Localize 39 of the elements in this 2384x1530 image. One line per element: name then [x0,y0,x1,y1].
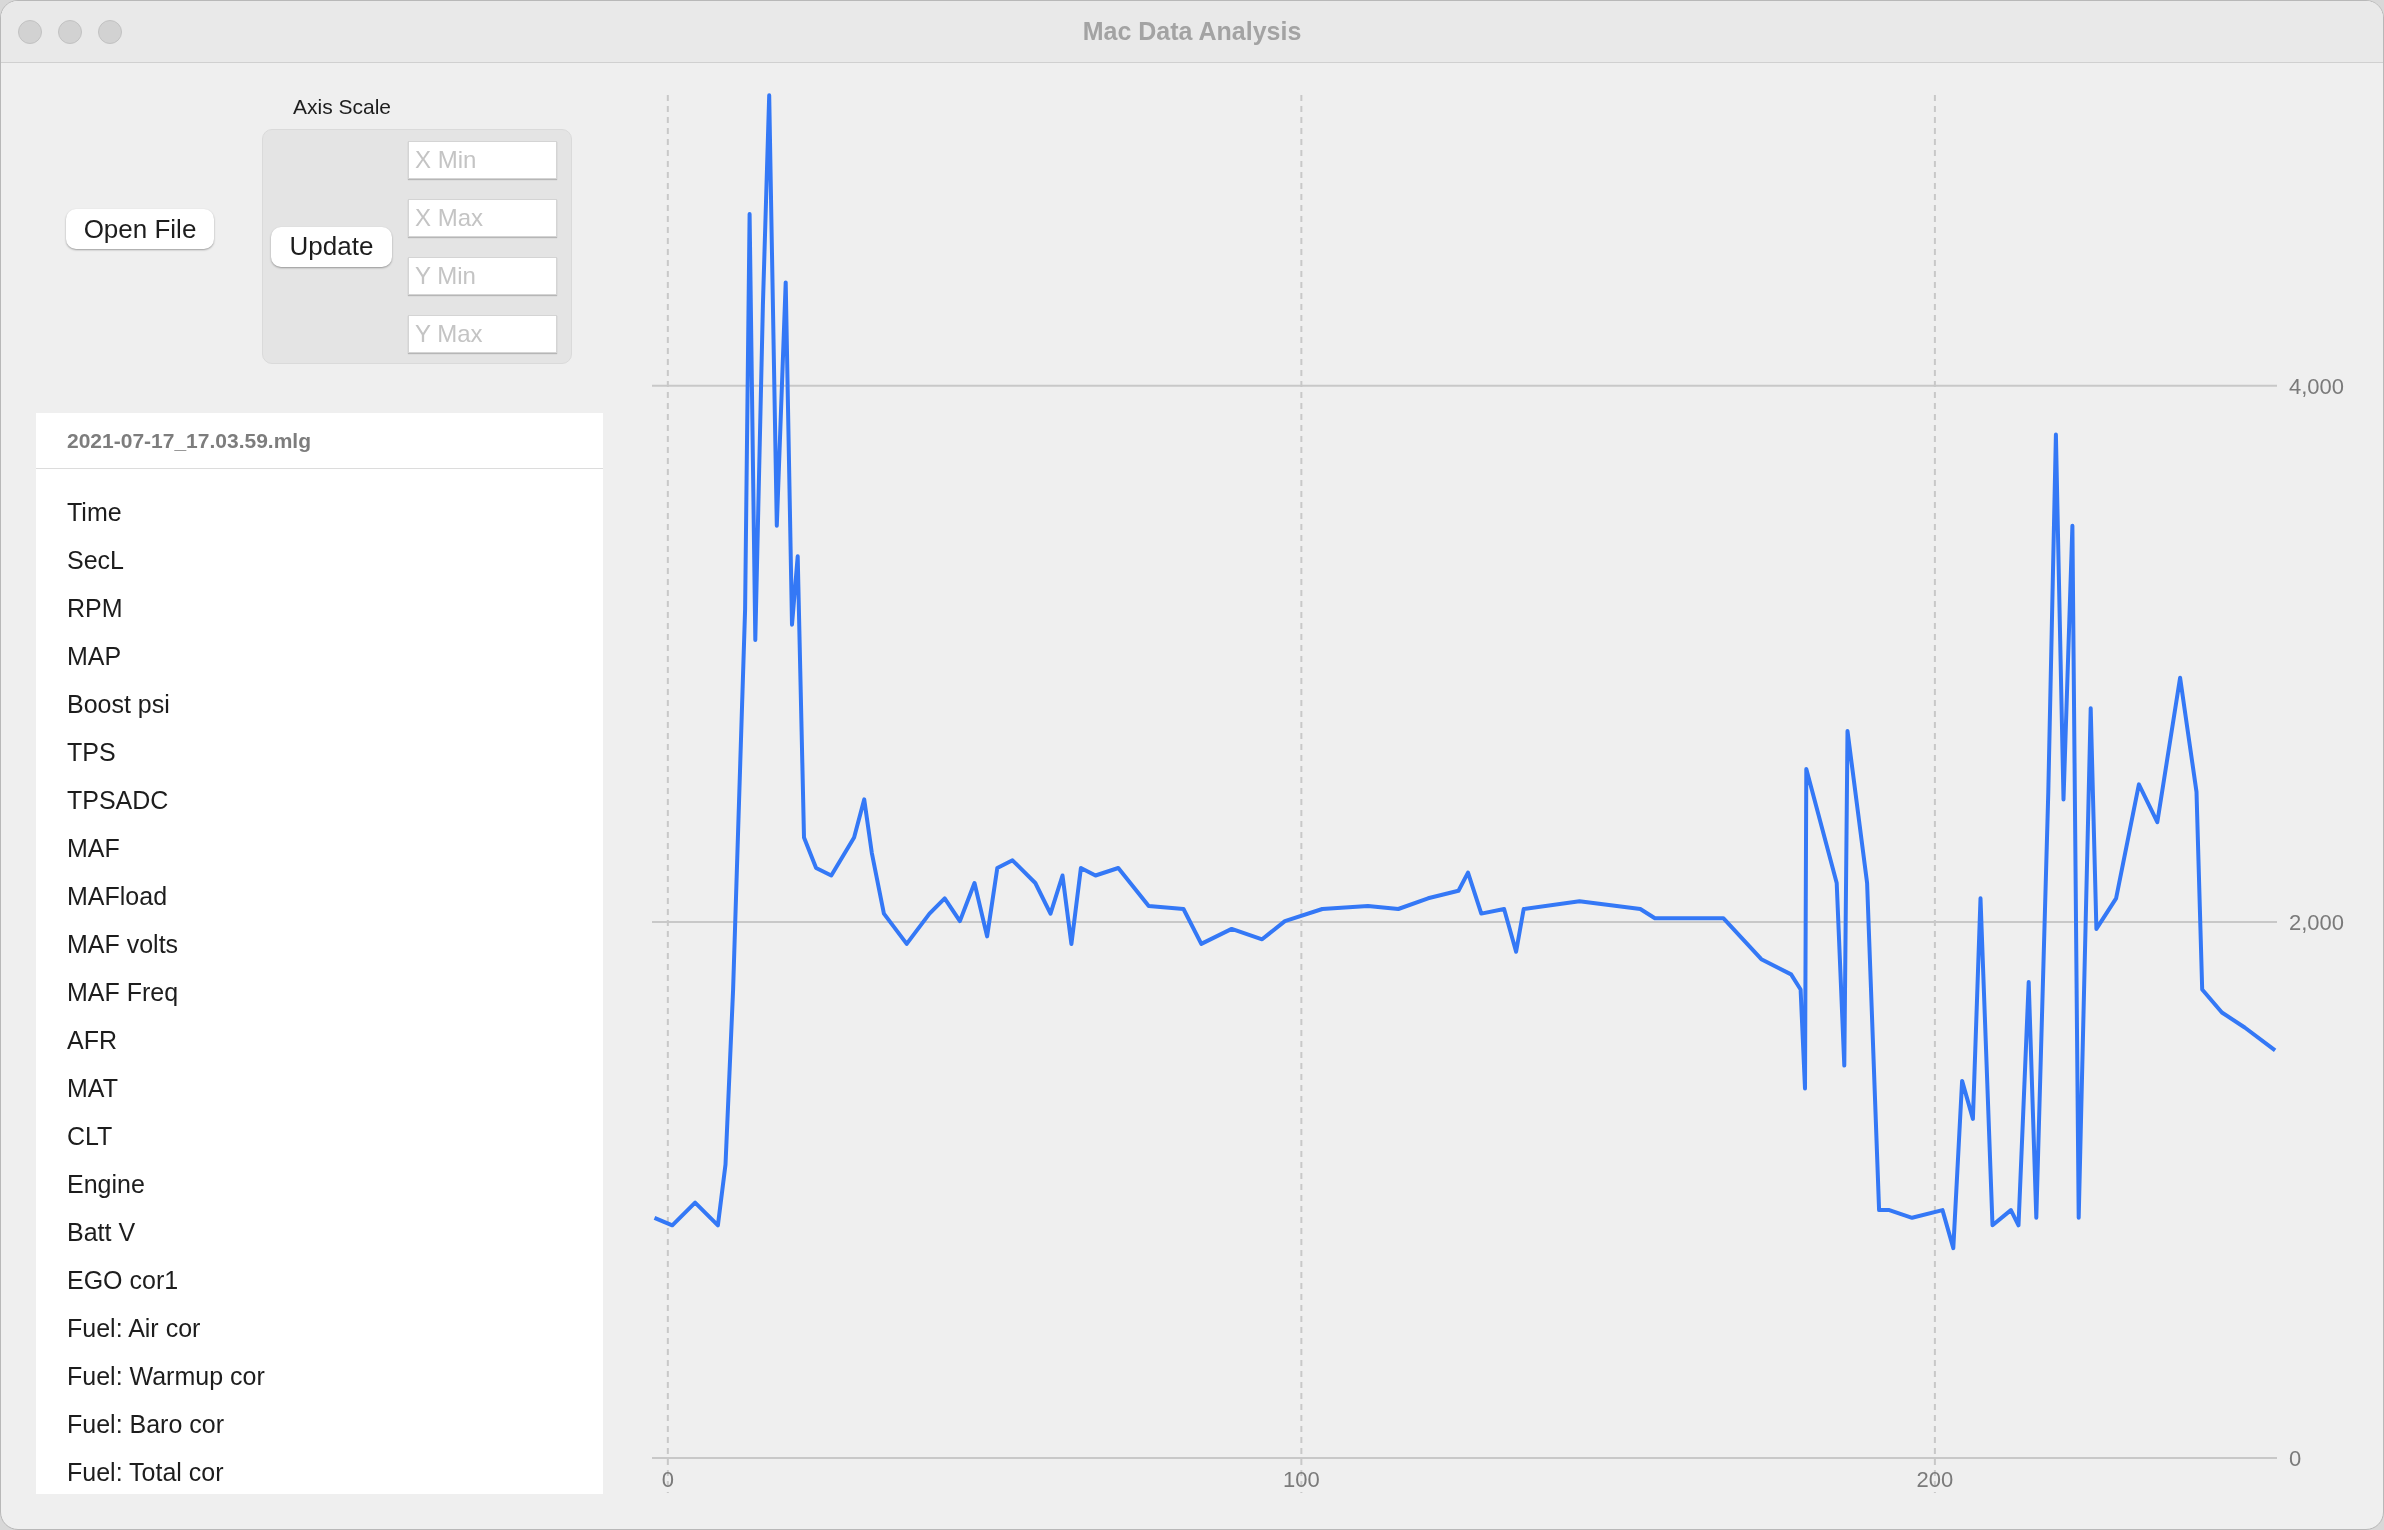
y-axis-label: 2,000 [2289,909,2345,935]
channel-item[interactable]: Time [36,489,603,537]
axis-scale-label: Axis Scale [292,94,391,120]
channel-item[interactable]: Engine [36,1161,603,1209]
minimize-button[interactable] [58,20,82,44]
channel-item[interactable]: MAFload [36,873,603,921]
channel-item[interactable]: EGO cor1 [36,1257,603,1305]
channel-item[interactable]: AFR [36,1017,603,1065]
channel-item[interactable]: Boost psi [36,681,603,729]
input-field[interactable]: X Max [408,198,557,237]
channel-item[interactable]: CLT [36,1113,603,1161]
y-axis-label: 4,000 [2289,373,2345,399]
channel-item[interactable]: Fuel: Warmup cor [36,1353,603,1401]
x-axis-label: 0 [661,1467,674,1492]
channel-item[interactable]: MAF [36,825,603,873]
channel-item[interactable]: MAT [36,1065,603,1113]
channel-item[interactable]: RPM [36,585,603,633]
input-field[interactable]: Y Max [408,314,557,353]
channel-item[interactable]: MAP [36,633,603,681]
y-axis-label: 0 [2289,1446,2302,1471]
open-file-button[interactable]: Open File [66,209,214,249]
channel-item[interactable]: MAF Freq [36,969,603,1017]
zoom-button[interactable] [98,20,122,44]
update-button[interactable]: Update [271,226,392,267]
input-field[interactable]: X Min [408,140,557,179]
file-name-header: 2021-07-17_17.03.59.mlg [36,413,603,469]
channel-item[interactable]: TPSADC [36,777,603,825]
channel-item[interactable]: TPS [36,729,603,777]
x-axis-label: 100 [1283,1467,1320,1492]
channel-item[interactable]: MAF volts [36,921,603,969]
input-field[interactable]: Y Min [408,256,557,295]
channel-item[interactable]: Fuel: Air cor [36,1305,603,1353]
close-button[interactable] [18,20,42,44]
channel-item[interactable]: Fuel: Total cor [36,1449,603,1494]
channel-item[interactable]: Batt V [36,1209,603,1257]
x-axis-label: 200 [1916,1467,1954,1492]
window-title: Mac Data Analysis [1082,15,1302,47]
channel-item[interactable]: SecL [36,537,603,585]
channel-item[interactable]: Fuel: Baro cor [36,1401,603,1449]
